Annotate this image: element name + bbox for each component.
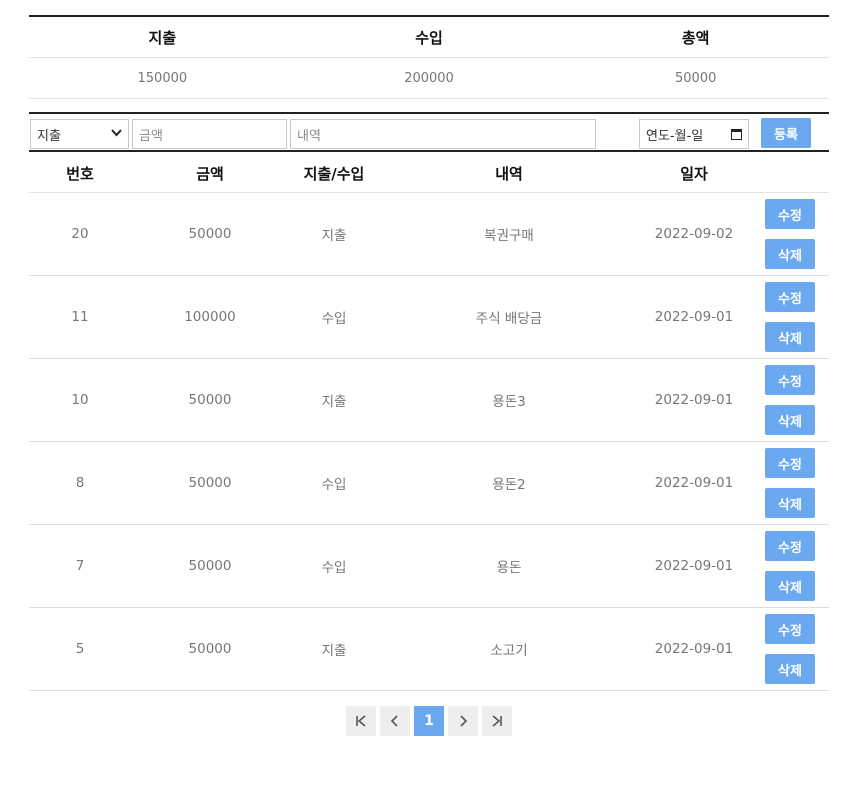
page-1-button[interactable]: 1 bbox=[414, 706, 444, 736]
row-number: 20 bbox=[71, 226, 89, 242]
row-memo: 용돈2 bbox=[492, 477, 526, 493]
row-date: 2022-09-01 bbox=[654, 558, 734, 574]
row-number: 5 bbox=[75, 641, 85, 657]
chevron-down-icon bbox=[111, 128, 122, 140]
date-input[interactable]: 연도-월-일 bbox=[639, 119, 749, 149]
row-number: 8 bbox=[75, 475, 85, 491]
memo-placeholder: 내역 bbox=[297, 128, 321, 144]
row-memo: 주식 배당금 bbox=[475, 311, 543, 327]
row-type: 지출 bbox=[321, 394, 347, 410]
table-row: 11 100000 수입 주식 배당금 2022-09-01 수정 삭제 bbox=[29, 276, 829, 359]
chevron-right-icon bbox=[460, 715, 468, 727]
summary-income-value: 200000 bbox=[404, 70, 454, 86]
header-amount: 금액 bbox=[196, 164, 224, 183]
header-memo: 내역 bbox=[495, 164, 523, 183]
summary-header-income: 수입 bbox=[415, 28, 443, 47]
edit-button[interactable]: 수정 bbox=[765, 531, 815, 561]
table-row: 7 50000 수입 용돈 2022-09-01 수정 삭제 bbox=[29, 525, 829, 608]
row-type: 수입 bbox=[321, 311, 347, 327]
row-memo: 복권구매 bbox=[484, 228, 534, 244]
transaction-table: 번호 금액 지출/수입 내역 일자 20 50000 지출 복권구매 2022-… bbox=[29, 154, 829, 691]
summary-total-value: 50000 bbox=[675, 70, 717, 86]
delete-button[interactable]: 삭제 bbox=[765, 405, 815, 435]
table-row: 5 50000 지출 소고기 2022-09-01 수정 삭제 bbox=[29, 608, 829, 691]
amount-placeholder: 금액 bbox=[139, 128, 163, 144]
row-actions: 수정 삭제 bbox=[749, 531, 829, 601]
pagination: 1 bbox=[346, 706, 512, 736]
table-row: 8 50000 수입 용돈2 2022-09-01 수정 삭제 bbox=[29, 442, 829, 525]
table-row: 20 50000 지출 복권구매 2022-09-02 수정 삭제 bbox=[29, 193, 829, 276]
row-date: 2022-09-01 bbox=[654, 475, 734, 491]
type-select-value: 지출 bbox=[37, 128, 61, 144]
row-amount: 50000 bbox=[188, 226, 232, 242]
row-type: 지출 bbox=[321, 643, 347, 659]
last-page-icon bbox=[492, 715, 502, 727]
last-page-button[interactable] bbox=[482, 706, 512, 736]
header-date: 일자 bbox=[680, 164, 708, 183]
row-amount: 50000 bbox=[188, 641, 232, 657]
row-type: 수입 bbox=[321, 560, 347, 576]
register-button[interactable]: 등록 bbox=[761, 118, 811, 148]
chevron-left-icon bbox=[390, 715, 398, 727]
edit-button[interactable]: 수정 bbox=[765, 365, 815, 395]
delete-button[interactable]: 삭제 bbox=[765, 571, 815, 601]
row-amount: 50000 bbox=[188, 475, 232, 491]
row-date: 2022-09-01 bbox=[654, 641, 734, 657]
delete-button[interactable]: 삭제 bbox=[765, 654, 815, 684]
edit-button[interactable]: 수정 bbox=[765, 614, 815, 644]
delete-button[interactable]: 삭제 bbox=[765, 488, 815, 518]
summary-values-row: 150000 200000 50000 bbox=[29, 58, 829, 99]
table-row: 10 50000 지출 용돈3 2022-09-01 수정 삭제 bbox=[29, 359, 829, 442]
row-number: 10 bbox=[71, 392, 89, 408]
prev-page-button[interactable] bbox=[380, 706, 410, 736]
summary-expense-value: 150000 bbox=[137, 70, 188, 86]
row-actions: 수정 삭제 bbox=[749, 614, 829, 684]
row-number: 7 bbox=[75, 558, 85, 574]
delete-button[interactable]: 삭제 bbox=[765, 322, 815, 352]
summary-header-row: 지출 수입 총액 bbox=[29, 17, 829, 58]
row-number: 11 bbox=[71, 309, 89, 325]
delete-button[interactable]: 삭제 bbox=[765, 239, 815, 269]
table-header-row: 번호 금액 지출/수입 내역 일자 bbox=[29, 154, 829, 193]
next-page-button[interactable] bbox=[448, 706, 478, 736]
header-number: 번호 bbox=[66, 164, 94, 183]
row-date: 2022-09-02 bbox=[654, 226, 734, 242]
entry-form: 지출 금액 내역 연도-월-일 등록 bbox=[29, 112, 829, 152]
amount-input[interactable]: 금액 bbox=[132, 119, 287, 149]
edit-button[interactable]: 수정 bbox=[765, 199, 815, 229]
row-memo: 용돈 bbox=[496, 560, 522, 576]
summary-header-expense: 지출 bbox=[148, 28, 177, 47]
row-date: 2022-09-01 bbox=[654, 392, 734, 408]
row-actions: 수정 삭제 bbox=[749, 365, 829, 435]
row-date: 2022-09-01 bbox=[654, 309, 734, 325]
memo-input[interactable]: 내역 bbox=[290, 119, 596, 149]
row-actions: 수정 삭제 bbox=[749, 282, 829, 352]
edit-button[interactable]: 수정 bbox=[765, 448, 815, 478]
type-select[interactable]: 지출 bbox=[30, 119, 129, 149]
row-actions: 수정 삭제 bbox=[749, 448, 829, 518]
date-placeholder: 연도-월-일 bbox=[646, 128, 704, 144]
row-actions: 수정 삭제 bbox=[749, 199, 829, 269]
summary-table: 지출 수입 총액 150000 200000 50000 bbox=[29, 15, 829, 99]
row-memo: 소고기 bbox=[490, 643, 528, 659]
row-amount: 50000 bbox=[188, 392, 232, 408]
row-type: 지출 bbox=[321, 228, 347, 244]
summary-header-total: 총액 bbox=[681, 28, 710, 47]
edit-button[interactable]: 수정 bbox=[765, 282, 815, 312]
row-amount: 50000 bbox=[188, 558, 232, 574]
row-type: 수입 bbox=[321, 477, 347, 493]
first-page-button[interactable] bbox=[346, 706, 376, 736]
calendar-icon[interactable] bbox=[731, 128, 742, 140]
first-page-icon bbox=[356, 715, 366, 727]
row-memo: 용돈3 bbox=[492, 394, 526, 410]
row-amount: 100000 bbox=[184, 309, 236, 325]
header-type: 지출/수입 bbox=[303, 164, 365, 183]
